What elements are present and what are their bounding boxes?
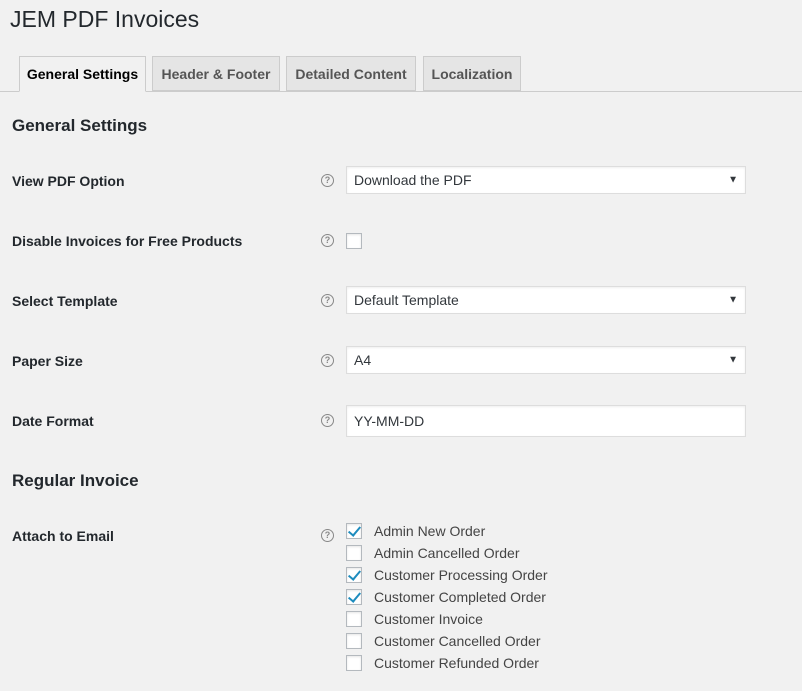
regular-invoice-heading: Regular Invoice [12, 471, 139, 490]
help-icon[interactable]: ? [321, 174, 334, 187]
attach-option-label: Customer Completed Order [374, 589, 546, 605]
date-format-label: Date Format [12, 413, 94, 429]
tab-detailed-content[interactable]: Detailed Content [286, 56, 416, 91]
chevron-down-icon: ▼ [728, 174, 738, 186]
view-pdf-label: View PDF Option [12, 173, 125, 189]
chevron-down-icon: ▼ [728, 294, 738, 306]
paper-size-label: Paper Size [12, 353, 83, 369]
disable-free-label: Disable Invoices for Free Products [12, 233, 243, 249]
view-pdf-select[interactable]: Download the PDF ▼ [346, 166, 746, 194]
help-icon[interactable]: ? [321, 294, 334, 307]
view-pdf-value: Download the PDF [354, 172, 472, 188]
chevron-down-icon: ▼ [728, 354, 738, 366]
attach-email-label: Attach to Email [12, 528, 114, 544]
attach-customer-processing-order-checkbox[interactable] [346, 567, 362, 583]
select-template-label: Select Template [12, 293, 118, 309]
paper-size-value: A4 [354, 352, 372, 368]
attach-option-label: Customer Invoice [374, 611, 483, 627]
tab-general-settings[interactable]: General Settings [19, 56, 146, 92]
help-icon[interactable]: ? [321, 414, 334, 427]
help-icon[interactable]: ? [321, 354, 334, 367]
page-title: JEM PDF Invoices [10, 6, 200, 32]
template-select[interactable]: Default Template ▼ [346, 286, 746, 314]
date-format-input[interactable] [346, 405, 746, 437]
attach-option-label: Admin New Order [374, 523, 486, 539]
attach-customer-refunded-order-checkbox[interactable] [346, 655, 362, 671]
attach-customer-invoice-checkbox[interactable] [346, 611, 362, 627]
attach-customer-completed-order-checkbox[interactable] [346, 589, 362, 605]
paper-size-select[interactable]: A4 ▼ [346, 346, 746, 374]
attach-admin-cancelled-order-checkbox[interactable] [346, 545, 362, 561]
attach-customer-cancelled-order-checkbox[interactable] [346, 633, 362, 649]
attach-option-label: Customer Cancelled Order [374, 633, 541, 649]
template-value: Default Template [354, 292, 459, 308]
disable-free-checkbox[interactable] [346, 233, 362, 249]
attach-option-label: Admin Cancelled Order [374, 545, 520, 561]
tab-header-footer[interactable]: Header & Footer [152, 56, 280, 91]
help-icon[interactable]: ? [321, 529, 334, 542]
general-settings-heading: General Settings [12, 116, 148, 135]
attach-admin-new-order-checkbox[interactable] [346, 523, 362, 539]
settings-tabs: General Settings Header & Footer Detaile… [0, 56, 802, 92]
help-icon[interactable]: ? [321, 234, 334, 247]
attach-option-label: Customer Refunded Order [374, 655, 539, 671]
tab-localization[interactable]: Localization [423, 56, 521, 91]
attach-option-label: Customer Processing Order [374, 567, 548, 583]
